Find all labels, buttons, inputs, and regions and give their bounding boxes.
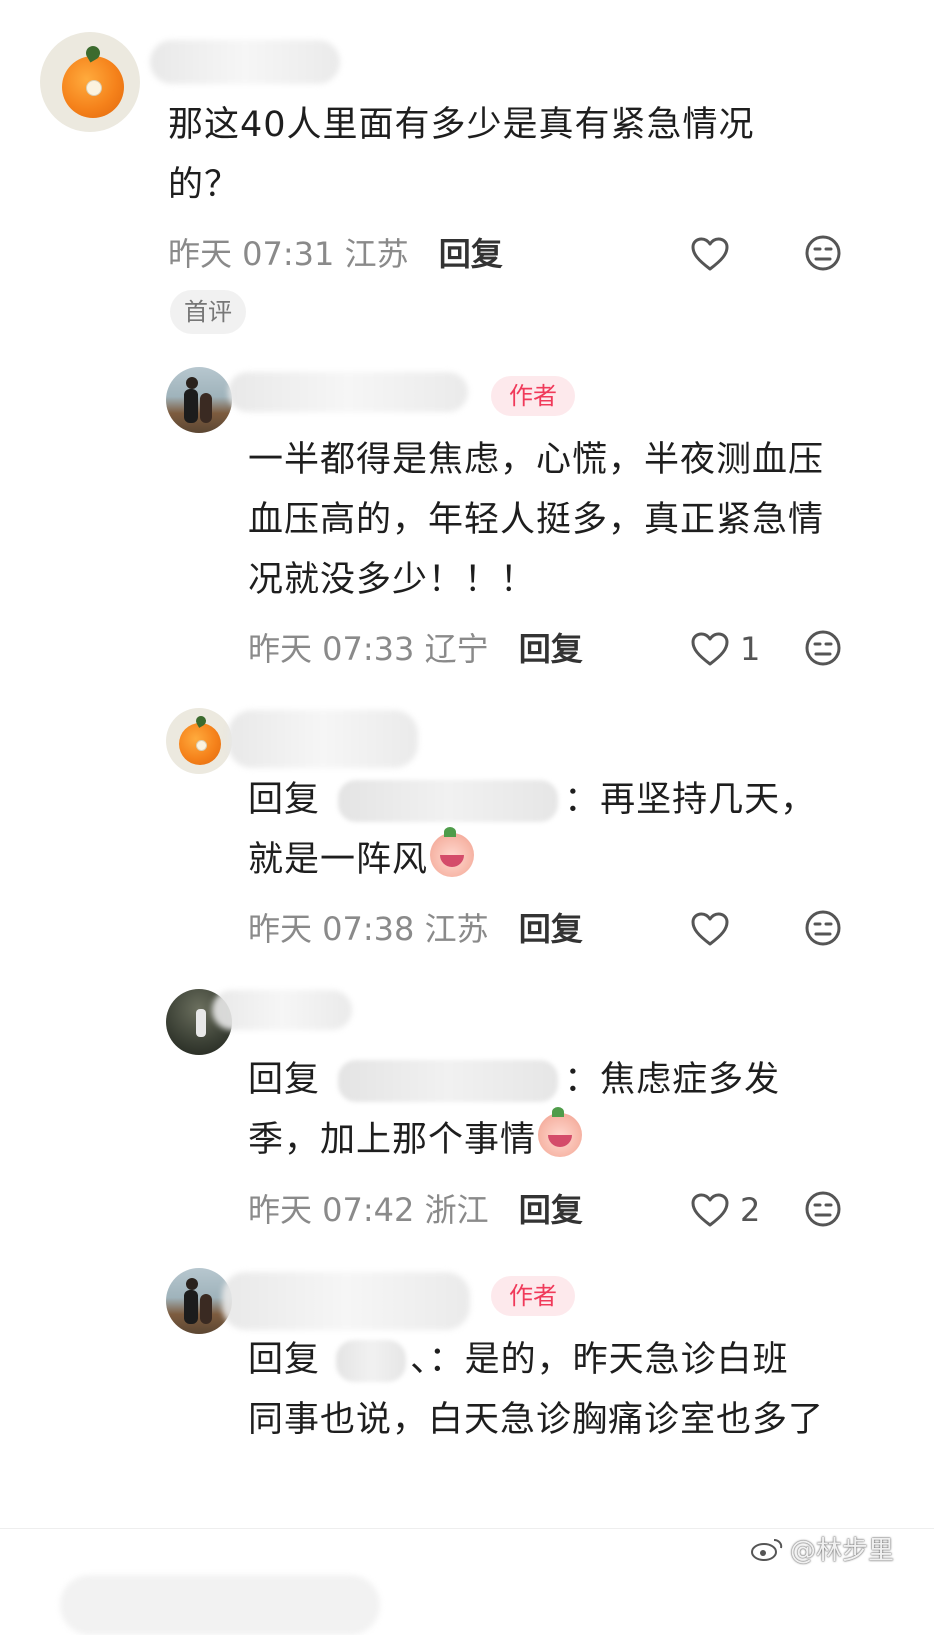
reply-button[interactable]: 回复 bbox=[519, 630, 583, 668]
reply-target-blurred[interactable] bbox=[338, 780, 559, 822]
username-blurred[interactable] bbox=[228, 372, 468, 412]
heart-outline-icon bbox=[691, 1193, 729, 1227]
reply-text-rest: 同事也说，白天急诊胸痛诊室也多了 bbox=[248, 1400, 825, 1440]
comment-text: 那这40人里面有多少是真有紧急情况的？ bbox=[168, 105, 755, 205]
meh-face-icon[interactable] bbox=[804, 909, 842, 947]
avatar[interactable] bbox=[166, 708, 232, 774]
crying-emoji-icon bbox=[430, 827, 475, 877]
reply-target-blurred[interactable] bbox=[338, 1060, 559, 1102]
person-figure-image bbox=[184, 1290, 198, 1324]
like-button[interactable] bbox=[690, 907, 738, 951]
like-button[interactable] bbox=[690, 232, 738, 276]
comment-text: 回复 、：是的，昨天急诊白班 同事也说，白天急诊胸痛诊室也多了 bbox=[248, 1330, 868, 1450]
person-head-image bbox=[186, 1278, 198, 1290]
comment-time: 昨天 07:33 bbox=[248, 630, 415, 668]
reply-prefix: 回复 bbox=[248, 780, 321, 820]
reply-button[interactable]: 回复 bbox=[439, 235, 503, 273]
reply-prefix: 回复 bbox=[248, 1340, 321, 1380]
avatar[interactable] bbox=[40, 32, 140, 132]
person-figure-image bbox=[200, 393, 212, 423]
comment-text: 回复 ：再坚持几天， 就是一阵风 bbox=[248, 770, 868, 890]
comment-meta: 昨天 07:33 辽宁 回复 bbox=[248, 627, 583, 671]
comment-meta: 昨天 07:31 江苏 回复 bbox=[168, 232, 503, 276]
person-figure-image bbox=[184, 389, 198, 423]
crying-emoji-icon bbox=[538, 1107, 583, 1157]
like-count: 1 bbox=[740, 630, 761, 668]
sticker-image bbox=[86, 80, 102, 96]
username-blurred[interactable] bbox=[228, 710, 418, 768]
watermark-text: @林步里 bbox=[789, 1536, 894, 1566]
reply-button[interactable]: 回复 bbox=[519, 910, 583, 948]
author-badge: 作者 bbox=[491, 376, 575, 416]
comment-location: 辽宁 bbox=[424, 630, 489, 668]
heart-outline-icon bbox=[691, 912, 729, 946]
reply-target-suffix: 、 bbox=[410, 1340, 429, 1380]
reply-button[interactable]: 回复 bbox=[519, 1191, 583, 1229]
like-count: 2 bbox=[740, 1191, 761, 1229]
comment-text: 回复 ：焦虑症多发 季，加上那个事情 bbox=[248, 1050, 868, 1170]
reply-text-line2: 季，加上那个事情 bbox=[248, 1120, 537, 1160]
person-figure-image bbox=[200, 1294, 212, 1324]
reply-text: ：焦虑症多发 bbox=[564, 1060, 781, 1100]
reply-target-blurred[interactable] bbox=[336, 1340, 407, 1382]
reply-text: ：再坚持几天， bbox=[564, 780, 817, 820]
person-figure-image bbox=[196, 1009, 206, 1037]
like-button[interactable]: 2 bbox=[690, 1188, 760, 1232]
heart-outline-icon bbox=[691, 632, 729, 666]
watermark: @林步里 bbox=[750, 1530, 894, 1567]
next-comment-blurred bbox=[60, 1575, 380, 1635]
comment-time: 昨天 07:42 bbox=[248, 1191, 415, 1229]
meh-face-icon[interactable] bbox=[804, 1190, 842, 1228]
comment-meta: 昨天 07:38 江苏 回复 bbox=[248, 907, 583, 951]
author-badge: 作者 bbox=[491, 1276, 575, 1316]
username-blurred[interactable] bbox=[212, 990, 352, 1030]
username-blurred[interactable] bbox=[150, 40, 340, 84]
heart-outline-icon bbox=[691, 237, 729, 271]
username-blurred[interactable] bbox=[222, 1272, 470, 1330]
avatar[interactable] bbox=[166, 367, 232, 433]
comment-time: 昨天 07:38 bbox=[248, 910, 415, 948]
person-head-image bbox=[186, 377, 198, 389]
comment-meta: 昨天 07:42 浙江 回复 bbox=[248, 1188, 583, 1232]
weibo-logo-icon bbox=[750, 1538, 783, 1561]
comment-time: 昨天 07:31 bbox=[168, 235, 335, 273]
comment-location: 浙江 bbox=[424, 1191, 489, 1229]
first-comment-tag: 首评 bbox=[170, 290, 246, 334]
comment-text: 一半都得是焦虑，心慌，半夜测血压血压高的，年轻人挺多，真正紧急情况就没多少！！！ bbox=[248, 440, 825, 600]
meh-face-icon[interactable] bbox=[804, 234, 842, 272]
reply-text-line2: 就是一阵风 bbox=[248, 840, 429, 880]
meh-face-icon[interactable] bbox=[804, 629, 842, 667]
comment-location: 江苏 bbox=[424, 910, 489, 948]
reply-text: ：是的，昨天急诊白班 bbox=[428, 1340, 789, 1380]
reply-prefix: 回复 bbox=[248, 1060, 321, 1100]
divider bbox=[0, 1528, 934, 1529]
sticker-image bbox=[196, 740, 207, 751]
comment-location: 江苏 bbox=[344, 235, 409, 273]
like-button[interactable]: 1 bbox=[690, 627, 760, 671]
